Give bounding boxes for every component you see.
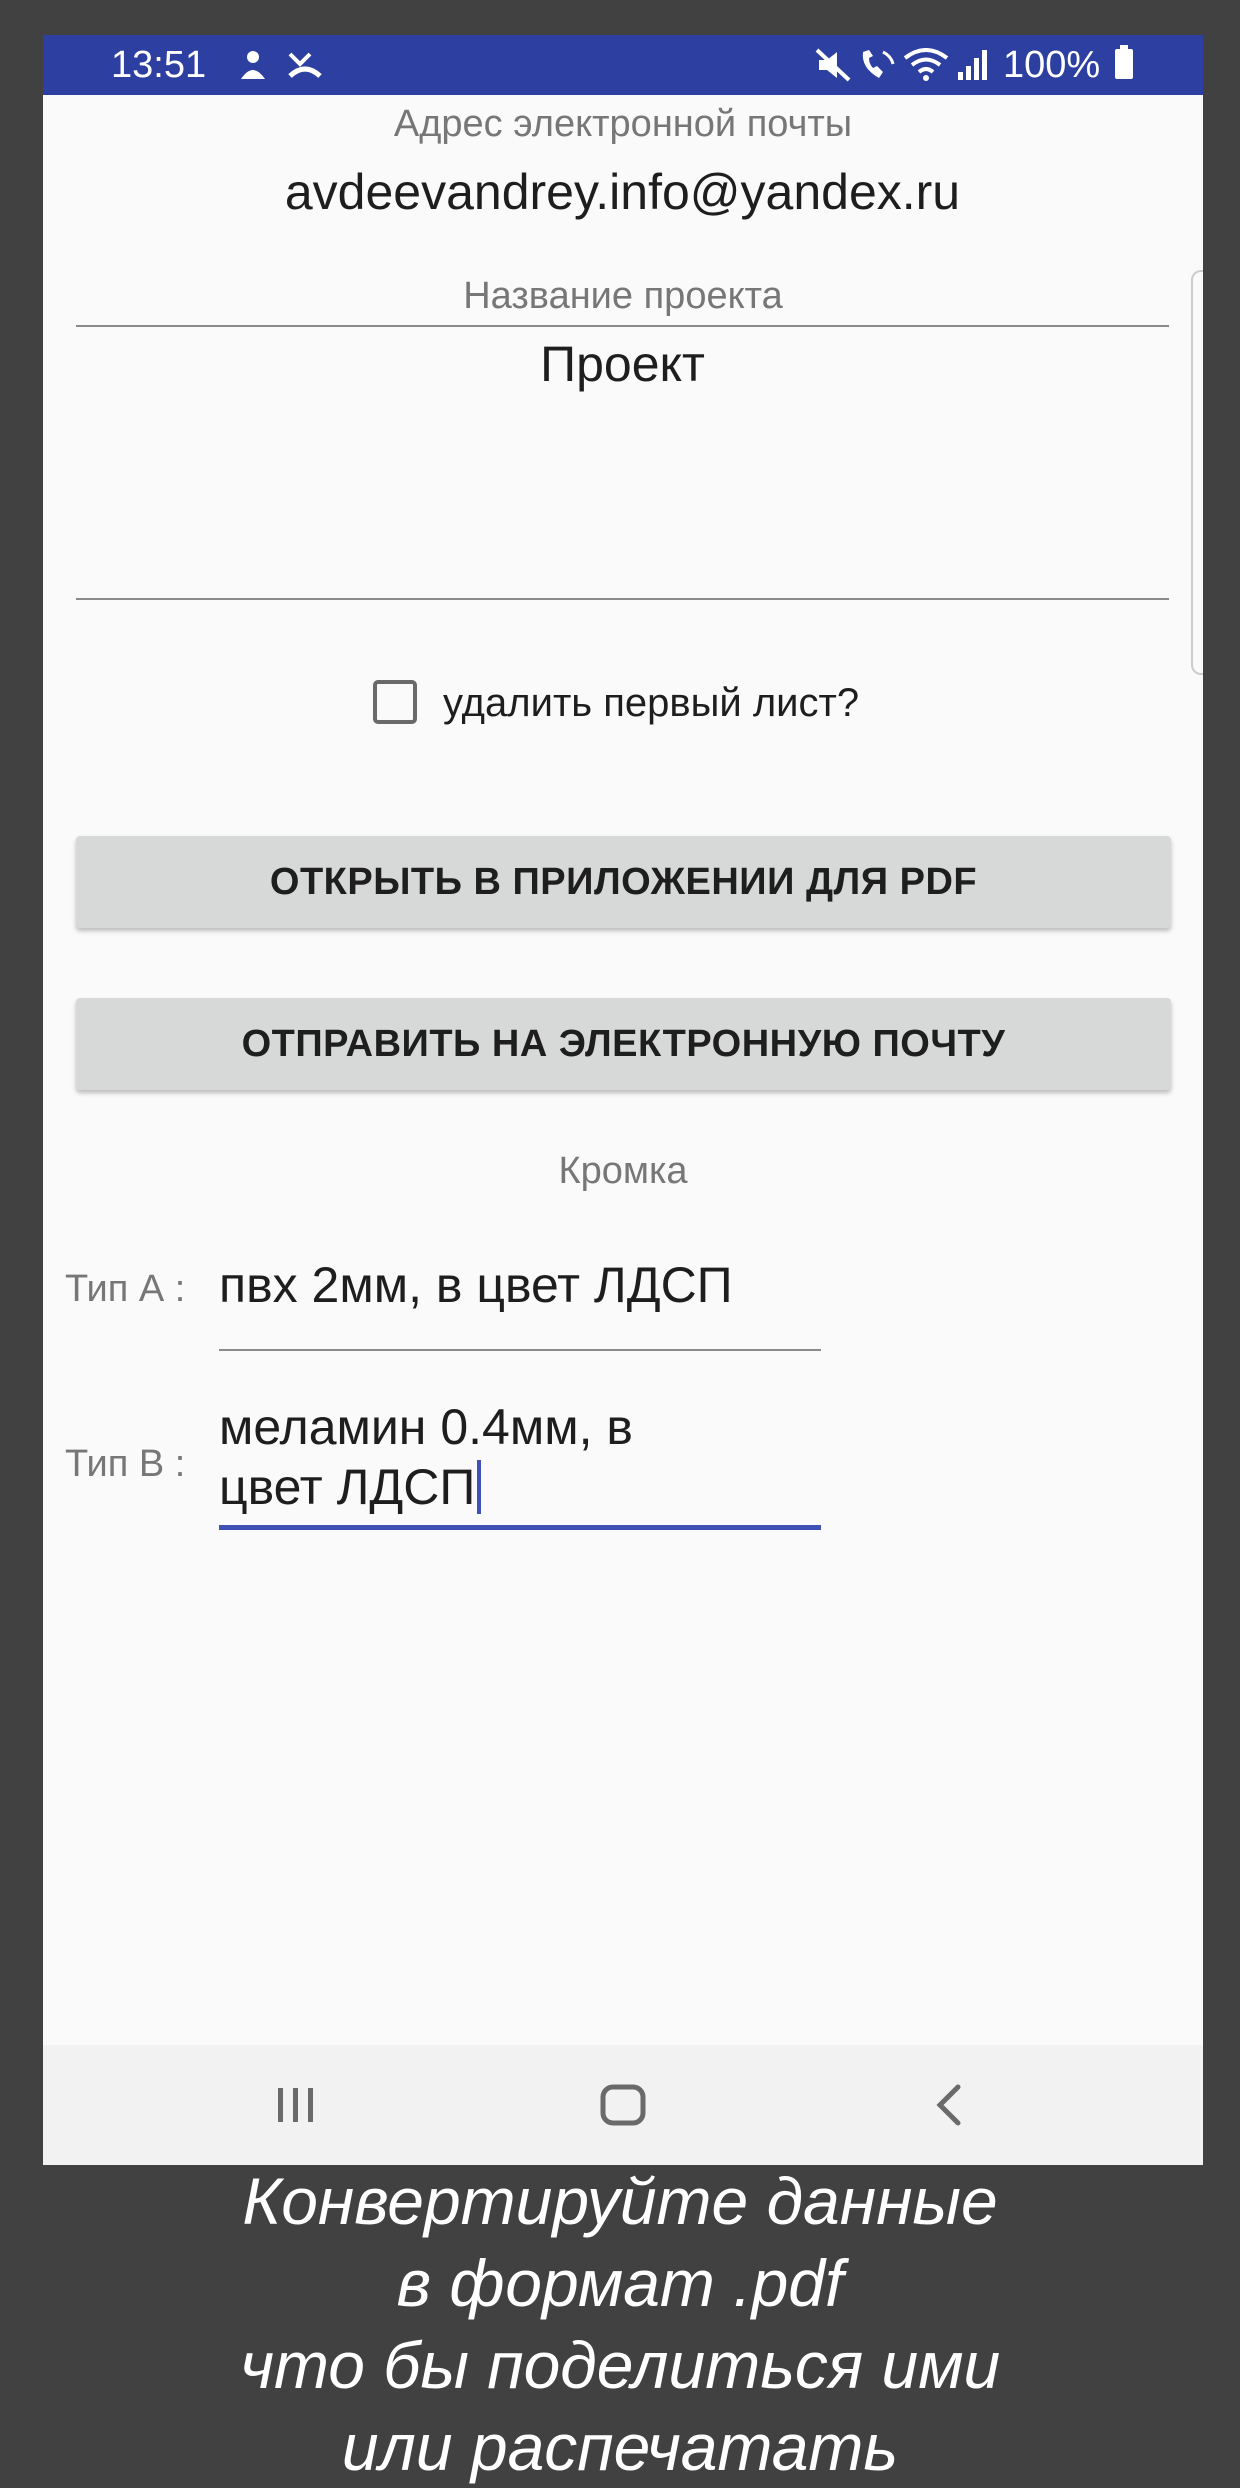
battery-percent: 100%	[1003, 44, 1101, 86]
status-time: 13:51	[111, 44, 207, 86]
recent-apps-icon[interactable]	[226, 2045, 366, 2165]
type-b-value-line1: меламин 0.4мм, в	[219, 1399, 633, 1455]
caption-line-2: в формат .pdf	[396, 2246, 844, 2320]
person-icon	[233, 43, 273, 87]
missed-call-icon	[283, 43, 327, 87]
caption-line-4: или распечатать	[341, 2410, 899, 2484]
email-label: Адрес электронной почты	[393, 103, 853, 145]
email-underline	[76, 325, 1169, 327]
battery-icon	[1115, 45, 1133, 79]
navigation-bar	[43, 2045, 1203, 2165]
caption-line-3: что бы поделиться ими	[239, 2328, 1001, 2402]
wifi-icon	[901, 43, 951, 87]
project-underline	[76, 598, 1169, 600]
scroll-edge-indicator	[1191, 270, 1203, 675]
back-icon[interactable]	[879, 2045, 1019, 2165]
type-a-field[interactable]: пвх 2мм, в цвет ЛДСП	[219, 1255, 829, 1315]
email-field[interactable]: avdeevandrey.info@yandex.ru	[76, 163, 1169, 221]
signal-icon	[953, 43, 993, 87]
home-icon[interactable]	[553, 2045, 693, 2165]
promo-caption: Конвертируйте данные в формат .pdf что б…	[0, 2160, 1240, 2488]
send-email-button[interactable]: ОТПРАВИТЬ НА ЭЛЕКТРОННУЮ ПОЧТУ	[76, 998, 1171, 1090]
phone-screen: 13:51 100% Адрес электронной почты avdee…	[43, 35, 1203, 2165]
delete-first-sheet-checkbox[interactable]	[373, 680, 417, 724]
open-pdf-button[interactable]: ОТКРЫТЬ В ПРИЛОЖЕНИИ ДЛЯ PDF	[76, 836, 1171, 928]
type-b-label: Тип В :	[65, 1443, 186, 1485]
project-name-field[interactable]: Проект	[76, 335, 1169, 393]
type-a-value: пвх 2мм, в цвет ЛДСП	[219, 1257, 733, 1313]
edge-section-label: Кромка	[558, 1150, 688, 1192]
project-label: Название проекта	[463, 275, 783, 317]
delete-first-sheet-label: удалить первый лист?	[443, 681, 860, 725]
text-cursor	[477, 1460, 482, 1514]
status-bar: 13:51 100%	[43, 35, 1203, 95]
mute-icon	[813, 43, 853, 87]
wifi-call-icon	[855, 43, 899, 87]
caption-line-1: Конвертируйте данные	[242, 2164, 998, 2238]
type-b-field[interactable]: меламин 0.4мм, в цвет ЛДСП	[219, 1397, 829, 1517]
type-b-underline-focused	[219, 1525, 821, 1530]
type-a-label: Тип А :	[65, 1268, 186, 1310]
type-a-underline	[219, 1349, 821, 1351]
type-b-value-line2: цвет ЛДСП	[219, 1459, 476, 1515]
